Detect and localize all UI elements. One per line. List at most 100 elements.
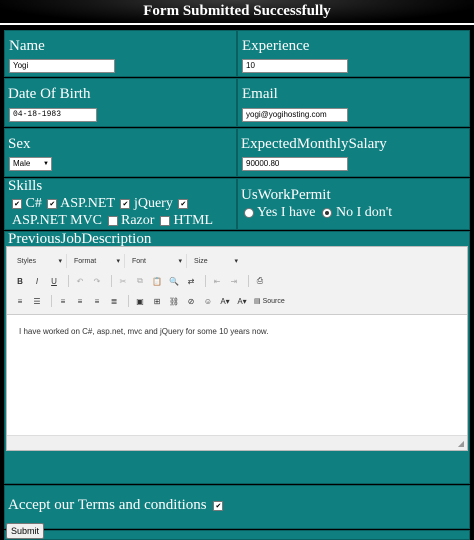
submit-button[interactable]: Submit [6,523,45,539]
salary-label: ExpectedMonthlySalary [241,136,387,152]
radio-selected-icon[interactable] [322,207,333,218]
text-color-icon[interactable]: A▾ [218,294,232,308]
resize-handle-icon[interactable]: ◢ [458,439,464,448]
skill-option-razor[interactable]: Razor [107,213,154,228]
bulleted-list-icon[interactable]: ☰ [30,294,44,308]
name-field[interactable]: Yogi [9,59,115,73]
source-icon: ▤ [254,298,261,305]
skill-option-aspnet-mvc-check[interactable]: ✔ [178,196,189,211]
page-header: Form Submitted Successfully [0,0,474,24]
name-label: Name [9,38,45,54]
skill-option-aspnet[interactable]: ✔ ASP.NET [47,196,115,211]
replace-icon[interactable]: ⇄ [184,274,198,288]
terms-cell: Accept our Terms and conditions ✔ [4,485,470,529]
table-icon[interactable]: ⊞ [150,294,164,308]
chevron-down-icon: ▾ [178,258,182,265]
checkbox-checked-icon[interactable]: ✔ [47,198,58,209]
work-permit-options: Yes I have No I don't [244,205,392,221]
outdent-icon[interactable]: ⇤ [210,274,224,288]
toolbar-row-1: Styles ▾ Format ▾ Font ▾ Size ▾ [13,253,245,269]
sex-cell: Sex Male ▼ [4,128,237,177]
link-icon[interactable]: ⛓ [167,294,181,308]
dob-field[interactable]: 04-18-1983 [9,108,97,122]
align-right-icon[interactable]: ≡ [90,294,104,308]
radio-unselected-icon[interactable] [244,207,254,218]
align-center-icon[interactable]: ≡ [73,294,87,308]
checkbox-checked-icon[interactable]: ✔ [12,198,22,209]
editor-statusbar: ◢ [7,435,467,450]
salary-cell: ExpectedMonthlySalary 90000.80 [237,128,470,177]
align-left-icon[interactable]: ≡ [56,294,70,308]
styles-dropdown[interactable]: Styles ▾ [13,254,67,268]
chevron-down-icon: ▾ [234,258,238,265]
skills-cell: Skills ✔ C# ✔ ASP.NET ✔ jQuery ✔ ASP.NET… [4,178,237,230]
header-divider [0,23,474,25]
bold-icon[interactable]: B [13,274,27,288]
experience-cell: Experience 10 [237,30,470,77]
checkbox-unchecked-icon[interactable] [107,215,118,226]
rich-text-editor: Styles ▾ Format ▾ Font ▾ Size ▾ B I U ↶ ↷ ✂ … [6,246,468,451]
toolbar-row-2: B I U ↶ ↷ ✂ ⧉ 📋 🔍 ⇄ ⇤ ⇥ ⎙ [13,273,270,289]
unlink-icon[interactable]: ⊘ [184,294,198,308]
image-icon[interactable]: ▣ [133,294,147,308]
email-cell: Email yogi@yogihosting.com [237,78,470,127]
print-icon[interactable]: ⎙ [253,274,267,288]
toolbar-separator [51,295,52,307]
indent-icon[interactable]: ⇥ [227,274,241,288]
chevron-down-icon: ▾ [116,258,120,265]
chevron-down-icon: ▼ [43,161,49,167]
salary-field[interactable]: 90000.80 [242,157,348,171]
work-permit-no[interactable]: No I don't [322,205,392,220]
source-button[interactable]: ▤ Source [254,297,285,306]
align-justify-icon[interactable]: ≣ [107,294,121,308]
toolbar-separator [68,275,69,287]
toolbar-separator [111,275,112,287]
underline-icon[interactable]: U [47,274,61,288]
checkbox-checked-icon[interactable]: ✔ [178,198,189,209]
sex-select[interactable]: Male ▼ [9,157,52,171]
sex-label: Sex [8,136,31,152]
copy-icon[interactable]: ⧉ [133,274,147,288]
toolbar-separator [128,295,129,307]
page-title: Form Submitted Successfully [143,3,331,19]
numbered-list-icon[interactable]: ≡ [13,294,27,308]
font-dropdown[interactable]: Font ▾ [128,254,187,268]
work-permit-cell: UsWorkPermit Yes I have No I don't [237,178,470,230]
submit-cell [4,530,470,540]
checkbox-checked-icon[interactable]: ✔ [213,500,224,511]
skills-label: Skills [8,178,43,194]
sex-selected-value: Male [13,159,31,168]
email-label: Email [242,86,278,102]
dob-label: Date Of Birth [8,86,91,102]
toolbar-row-3: ≡ ☰ ≡ ≡ ≡ ≣ ▣ ⊞ ⛓ ⊘ ☺ A▾ A▾ ▤ Source [13,293,285,309]
name-cell: Name Yogi [4,30,237,77]
background-color-icon[interactable]: A▾ [235,294,249,308]
experience-field[interactable]: 10 [242,59,348,73]
redo-icon[interactable]: ↷ [90,274,104,288]
chevron-down-icon: ▾ [58,258,62,265]
skill-option-aspnet-mvc: ASP.NET MVC [12,213,102,228]
cut-icon[interactable]: ✂ [116,274,130,288]
dob-cell: Date Of Birth 04-18-1983 [4,78,237,127]
email-field[interactable]: yogi@yogihosting.com [242,108,348,122]
work-permit-label: UsWorkPermit [241,187,331,203]
skill-option-jquery[interactable]: ✔ jQuery [120,196,173,211]
checkbox-checked-icon[interactable]: ✔ [120,198,131,209]
undo-icon[interactable]: ↶ [73,274,87,288]
find-icon[interactable]: 🔍 [167,274,181,288]
size-dropdown[interactable]: Size ▾ [190,254,242,268]
format-dropdown[interactable]: Format ▾ [70,254,125,268]
skills-options: ✔ C# ✔ ASP.NET ✔ jQuery ✔ ASP.NET MVC Ra… [12,195,215,229]
skill-option-csharp[interactable]: ✔ C# [12,196,42,211]
editor-content-area[interactable]: I have worked on C#, asp.net, mvc and jQ… [7,315,467,436]
work-permit-yes[interactable]: Yes I have [244,205,315,220]
toolbar-separator [248,275,249,287]
skill-option-html[interactable]: HTML [159,213,213,228]
experience-label: Experience [242,38,310,54]
checkbox-unchecked-icon[interactable] [159,215,170,226]
emoji-icon[interactable]: ☺ [201,294,215,308]
terms-label: Accept our Terms and conditions ✔ [8,497,224,514]
paste-icon[interactable]: 📋 [150,274,164,288]
italic-icon[interactable]: I [30,274,44,288]
job-description-text: I have worked on C#, asp.net, mvc and jQ… [19,327,269,336]
